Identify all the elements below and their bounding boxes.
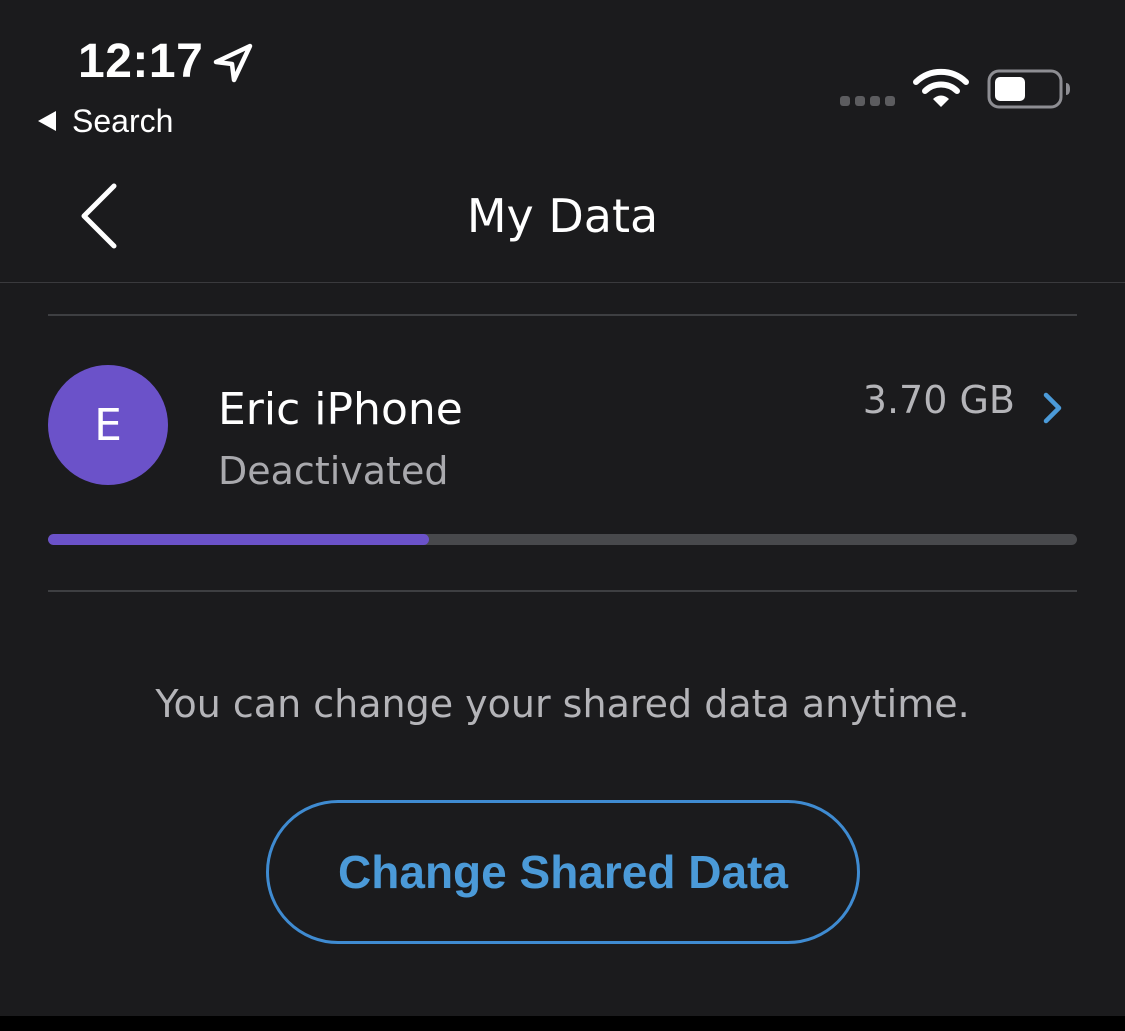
- wifi-icon: [913, 68, 969, 107]
- status-time: 12:17: [78, 35, 204, 88]
- member-row[interactable]: E Eric iPhone Deactivated 3.70 GB: [48, 340, 1077, 570]
- battery-icon: [987, 69, 1070, 109]
- usage-progress-bar: [48, 534, 1077, 545]
- usage-progress-fill: [48, 534, 429, 545]
- back-to-search-link[interactable]: Search: [38, 100, 173, 142]
- row-divider-bottom: [48, 590, 1077, 592]
- nav-divider: [0, 282, 1125, 283]
- location-arrow-icon: [213, 43, 253, 83]
- member-name: Eric iPhone: [218, 384, 463, 435]
- page-title: My Data: [466, 189, 659, 243]
- back-to-search-label: Search: [72, 102, 174, 139]
- avatar: E: [48, 365, 168, 485]
- my-data-screen: 12:17 Search My Data E Eric iPhone Deact…: [0, 0, 1125, 1016]
- member-status: Deactivated: [218, 449, 449, 493]
- member-usage: 3.70 GB: [862, 378, 1015, 422]
- back-triangle-icon: [38, 111, 56, 131]
- info-text: You can change your shared data anytime.: [155, 682, 970, 726]
- change-shared-data-button[interactable]: Change Shared Data: [266, 800, 860, 944]
- row-divider-top: [48, 314, 1077, 316]
- signal-dots-icon: [840, 96, 895, 106]
- chevron-right-icon[interactable]: [1041, 390, 1065, 426]
